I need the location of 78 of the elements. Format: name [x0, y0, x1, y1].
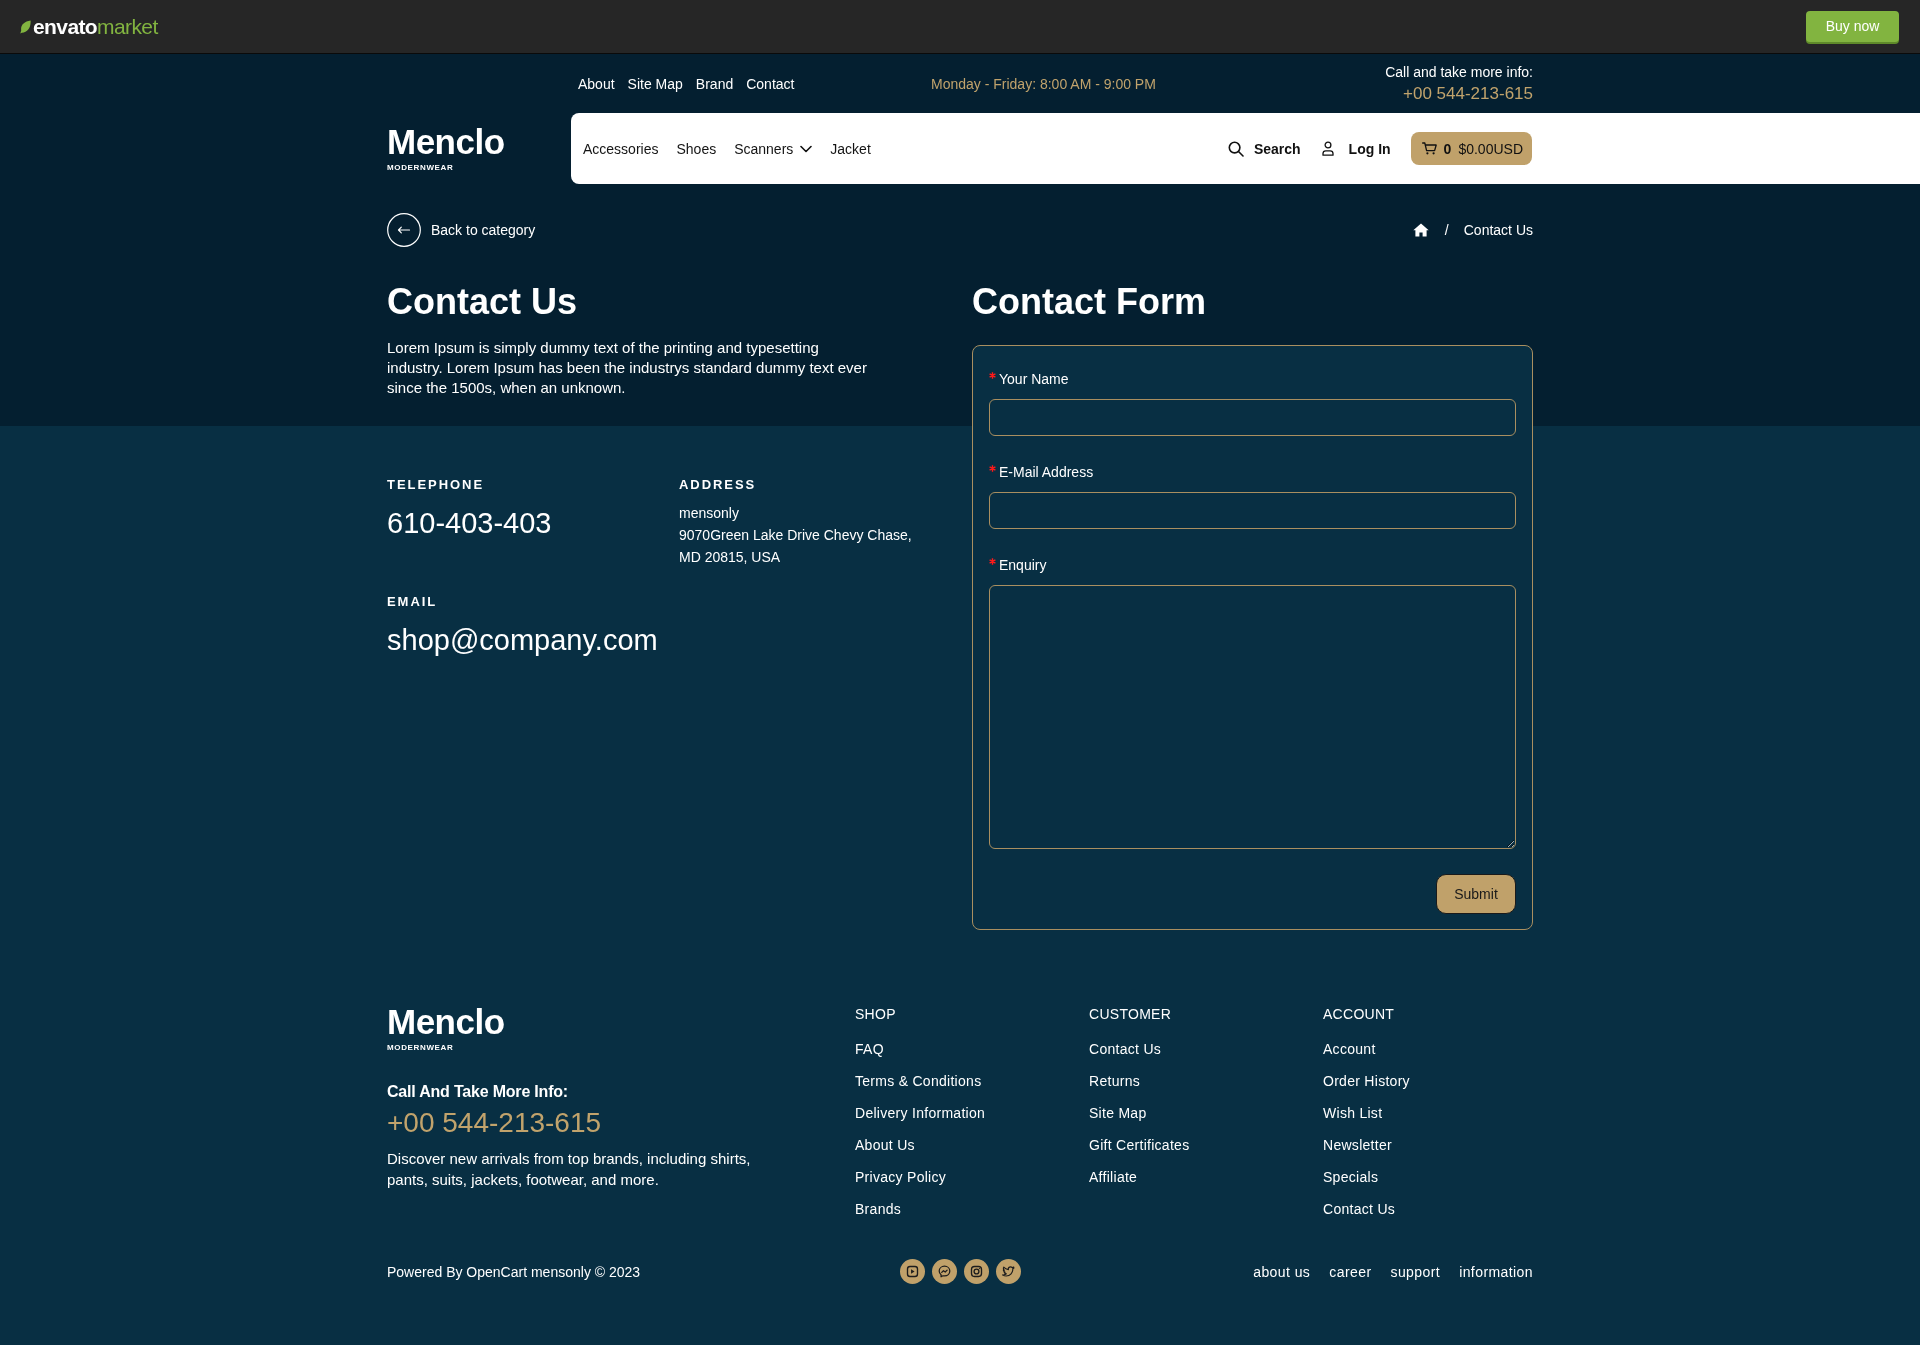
top-link[interactable]: Site Map [627, 74, 683, 93]
nav-link[interactable]: Scanners [734, 139, 813, 158]
footer-link[interactable]: Specials [1323, 1168, 1379, 1186]
footer-call-label: Call And Take More Info: [387, 1082, 568, 1102]
video-play-icon[interactable] [899, 1259, 925, 1284]
brand-tagline: MODERNWEAR [387, 1043, 454, 1053]
input-field[interactable] [989, 399, 1516, 436]
contact-value: shop@company.com [387, 623, 658, 658]
footer-column-title: SHOP [855, 1005, 896, 1023]
input-field[interactable] [989, 492, 1516, 529]
opening-hours: Monday - Friday: 8:00 AM - 9:00 PM [931, 74, 1156, 93]
detail-label: EMAIL [387, 594, 438, 610]
phone-link[interactable]: +00 544-213-615 [1403, 82, 1533, 105]
chat-bubble-icon[interactable] [931, 1259, 957, 1284]
footer-link[interactable]: Terms & Conditions [855, 1072, 982, 1090]
footer-bottom-link[interactable]: support [1390, 1262, 1441, 1281]
footer-link[interactable]: Returns [1089, 1072, 1140, 1090]
footer-link[interactable]: Contact Us [1323, 1200, 1396, 1218]
address-line: mensonly [679, 504, 739, 523]
field-label: E-Mail Address [999, 463, 1094, 481]
footer-link[interactable]: Contact Us [1089, 1040, 1162, 1058]
footer-link[interactable]: Affiliate [1089, 1168, 1138, 1186]
form-title: Contact Form [972, 280, 1206, 323]
textarea-field[interactable] [989, 585, 1516, 849]
top-link[interactable]: About [578, 74, 615, 93]
home-icon[interactable] [1412, 223, 1429, 237]
envato-logo[interactable]: envatomarket [33, 16, 158, 37]
brand-logo[interactable]: Menclo [387, 124, 505, 159]
field-label: Your Name [999, 370, 1069, 388]
address-line: MD 20815, USA [679, 548, 781, 567]
call-label: Call and take more info: [1385, 62, 1533, 81]
leaf-icon [20, 19, 31, 34]
copyright-text: Powered By OpenCart mensonly © 2023 [387, 1262, 641, 1281]
field-label: Enquiry [999, 556, 1047, 574]
footer-link[interactable]: About Us [855, 1136, 915, 1154]
camera-icon[interactable] [963, 1259, 989, 1284]
top-link[interactable]: Brand [695, 74, 734, 93]
footer-link[interactable]: Privacy Policy [855, 1168, 947, 1186]
footer-bottom-link[interactable]: career [1329, 1262, 1372, 1281]
footer-phone[interactable]: +00 544-213-615 [387, 1106, 602, 1140]
nav-link[interactable]: Accessories [583, 139, 659, 158]
footer-link[interactable]: Newsletter [1323, 1136, 1392, 1154]
address-line: 9070Green Lake Drive Chevy Chase, [679, 526, 912, 545]
nav-link[interactable]: Shoes [676, 139, 717, 158]
cart-button[interactable]: 0 $0.00USD [1410, 132, 1532, 165]
footer-link[interactable]: Wish List [1323, 1104, 1383, 1122]
bird-icon[interactable] [995, 1259, 1021, 1284]
footer-link[interactable]: Brands [855, 1200, 902, 1218]
breadcrumb-separator: / [1444, 221, 1449, 239]
top-link[interactable]: Contact [746, 74, 795, 93]
page-title: Contact Us [387, 280, 578, 323]
footer-bottom-link[interactable]: information [1459, 1262, 1533, 1281]
footer-bottom-link[interactable]: about us [1253, 1262, 1311, 1281]
submit-button[interactable]: Submit [1436, 874, 1516, 914]
brand-tagline: MODERNWEAR [387, 163, 454, 173]
brand-logo[interactable]: Menclo [387, 1004, 505, 1039]
breadcrumb-link[interactable]: Contact Us [1463, 221, 1533, 239]
contact-value: 610-403-403 [387, 506, 552, 541]
detail-label: TELEPHONE [387, 477, 484, 493]
nav-link[interactable]: Jacket [830, 139, 871, 158]
login-link[interactable]: Log In [1321, 139, 1391, 158]
search-button[interactable]: Search [1227, 139, 1301, 158]
intro-text: Lorem Ipsum is simply dummy text of the printing and typesetting industry. Lorem Ipsum has been the industrys standard dummy text ever since the 1500s, when an unknown. [387, 338, 868, 398]
footer-link[interactable]: FAQ [855, 1040, 884, 1058]
footer-link[interactable]: Gift Certificates [1089, 1136, 1190, 1154]
arrow-left-icon [387, 213, 421, 247]
footer-link[interactable]: Site Map [1089, 1104, 1147, 1122]
footer-link[interactable]: Account [1323, 1040, 1376, 1058]
search-icon [1227, 140, 1244, 157]
footer-column-title: ACCOUNT [1323, 1005, 1395, 1023]
back-link[interactable]: Back to category [387, 213, 536, 247]
footer-column-title: CUSTOMER [1089, 1005, 1172, 1023]
footer-link[interactable]: Delivery Information [855, 1104, 986, 1122]
footer-description: Discover new arrivals from top brands, including shirts, pants, suits, jackets, footwear, and more. [387, 1149, 752, 1190]
user-icon [1321, 141, 1334, 156]
detail-label: ADDRESS [679, 477, 757, 493]
footer-link[interactable]: Order History [1323, 1072, 1410, 1090]
cart-icon [1421, 142, 1437, 155]
